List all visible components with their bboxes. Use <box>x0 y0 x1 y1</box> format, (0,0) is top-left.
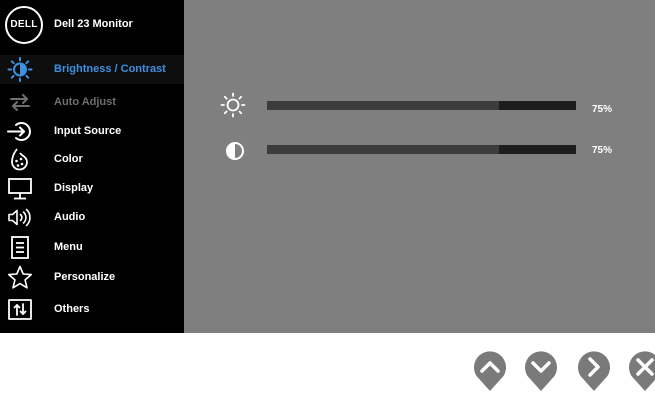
up-button[interactable] <box>472 348 508 392</box>
palette-icon <box>11 148 28 171</box>
menu-item-label: Input Source <box>54 125 122 137</box>
star-icon <box>8 265 32 289</box>
contrast-slider-fill <box>267 145 499 154</box>
sidebar: DELL Dell 23 Monitor Brightness / Contra… <box>0 0 184 333</box>
contrast-value: 75% <box>592 145 613 156</box>
menu-item-label: Auto Adjust <box>54 96 116 108</box>
brightness-sun-icon <box>220 92 246 118</box>
brightness-slider-fill <box>267 101 499 110</box>
contrast-slider[interactable] <box>267 145 576 154</box>
logo-text: DELL <box>10 19 38 30</box>
menu-item-label: Brightness / Contrast <box>54 63 166 75</box>
menu-item-label: Color <box>54 153 83 165</box>
contrast-icon <box>226 142 244 160</box>
auto-adjust-icon <box>10 94 30 111</box>
menu-item-label: Audio <box>54 211 86 223</box>
dell-logo: DELL <box>5 6 43 44</box>
speaker-icon <box>8 208 31 227</box>
menu-item-input-source[interactable]: Input Source <box>0 117 184 146</box>
menu-item-label: Others <box>54 303 90 315</box>
right-button[interactable] <box>576 348 612 392</box>
monitor-icon <box>8 178 32 200</box>
menu-icon <box>11 236 29 259</box>
down-button[interactable] <box>523 348 559 392</box>
osd-panel: DELL Dell 23 Monitor Brightness / Contra… <box>0 0 655 333</box>
exit-button[interactable] <box>627 348 655 392</box>
menu-item-auto-adjust[interactable]: Auto Adjust <box>0 88 184 117</box>
others-icon <box>8 299 32 320</box>
menu-item-label: Menu <box>54 241 83 253</box>
input-source-icon <box>7 122 31 141</box>
menu-item-label: Personalize <box>54 271 116 283</box>
menu-item-others[interactable]: Others <box>0 295 184 324</box>
menu-item-brightness-contrast[interactable]: Brightness / Contrast <box>0 55 184 84</box>
menu-item-audio[interactable]: Audio <box>0 203 184 232</box>
osd-header: DELL Dell 23 Monitor <box>0 0 184 52</box>
menu-item-color[interactable]: Color <box>0 145 184 174</box>
menu-item-label: Display <box>54 182 94 194</box>
brightness-slider[interactable] <box>267 101 576 110</box>
sun-icon <box>7 57 33 82</box>
contrast-slider-remaining <box>498 145 576 154</box>
model-name: Dell 23 Monitor <box>54 18 133 30</box>
brightness-slider-remaining <box>498 101 576 110</box>
menu-item-personalize[interactable]: Personalize <box>0 263 184 292</box>
menu-item-display[interactable]: Display <box>0 174 184 203</box>
menu-item-menu[interactable]: Menu <box>0 233 184 262</box>
brightness-value: 75% <box>592 104 613 115</box>
